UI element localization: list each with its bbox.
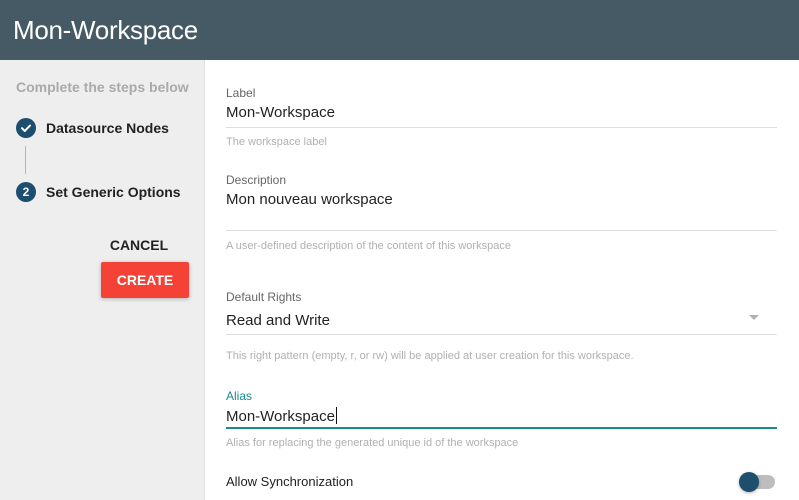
cancel-button[interactable]: CANCEL <box>101 234 177 256</box>
alias-field-underline <box>226 427 777 429</box>
sync-toggle-label: Allow Synchronization <box>226 474 354 489</box>
description-input[interactable]: Mon nouveau workspace <box>226 191 777 208</box>
step-label: Set Generic Options <box>46 184 181 200</box>
default-rights-hint: This right pattern (empty, r, or rw) wil… <box>226 350 634 362</box>
description-field-hint: A user-defined description of the conten… <box>226 240 511 252</box>
stepper-header: Complete the steps below <box>16 79 189 95</box>
step-completed-check-icon <box>16 118 36 138</box>
default-rights-label: Default Rights <box>226 290 302 304</box>
description-field-label: Description <box>226 173 287 187</box>
label-input[interactable]: Mon-Workspace <box>226 104 777 121</box>
default-rights-underline <box>226 334 777 335</box>
step-set-generic-options[interactable]: 2 Set Generic Options <box>16 181 181 203</box>
description-field[interactable]: Description Mon nouveau workspace A user… <box>226 173 777 252</box>
alias-field-hint: Alias for replacing the generated unique… <box>226 437 519 449</box>
step-label: Datasource Nodes <box>46 120 169 136</box>
text-caret <box>335 407 337 424</box>
alias-input[interactable]: Mon-Workspace <box>226 407 777 425</box>
create-button[interactable]: CREATE <box>101 262 189 298</box>
sync-toggle[interactable] <box>739 472 775 492</box>
alias-field-label: Alias <box>226 389 253 403</box>
step-connector <box>25 146 26 174</box>
label-field-underline <box>226 127 777 128</box>
toggle-thumb[interactable] <box>739 472 759 492</box>
description-field-underline <box>226 230 777 231</box>
label-field-label: Label <box>226 86 256 100</box>
alias-field[interactable]: Alias Mon-Workspace Alias for replacing … <box>226 389 777 449</box>
step-number: 2 <box>16 182 36 202</box>
default-rights-value[interactable]: Read and Write <box>226 312 777 329</box>
stepper-sidebar: Complete the steps below Datasource Node… <box>0 60 205 500</box>
window-title: Mon-Workspace <box>0 0 799 60</box>
alias-input-value: Mon-Workspace <box>226 408 335 425</box>
default-rights-select[interactable]: Default Rights Read and Write This right… <box>226 290 777 362</box>
label-field[interactable]: Label Mon-Workspace The workspace label <box>226 86 777 148</box>
label-field-hint: The workspace label <box>226 136 327 148</box>
step-datasource-nodes[interactable]: Datasource Nodes <box>16 117 169 139</box>
chevron-down-icon[interactable] <box>749 315 759 320</box>
